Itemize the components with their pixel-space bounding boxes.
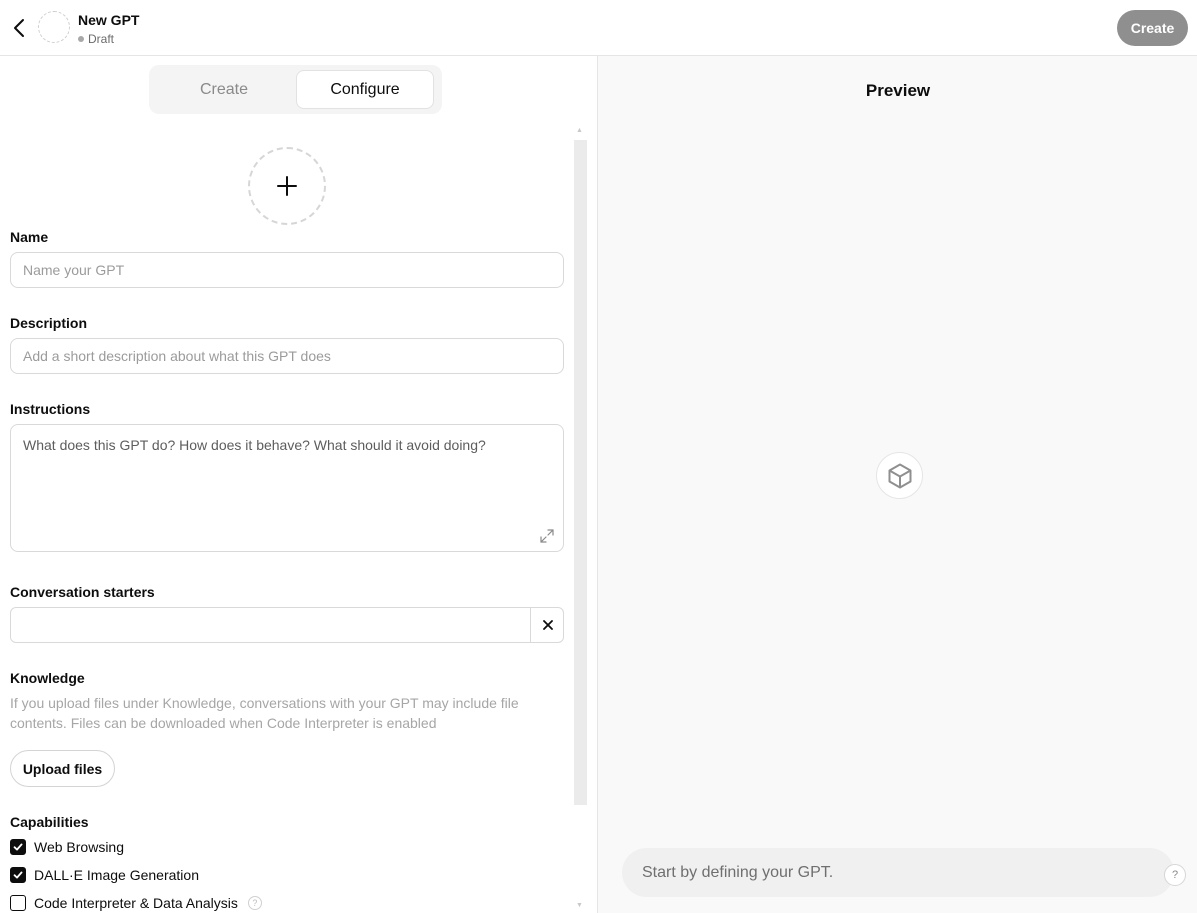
- check-icon: [13, 871, 23, 879]
- preview-title: Preview: [865, 81, 931, 100]
- conversation-starters-label: Conversation starters: [10, 584, 155, 600]
- tab-configure[interactable]: Configure: [296, 70, 434, 109]
- checkbox-unchecked[interactable]: [10, 895, 26, 911]
- instructions-textarea[interactable]: [10, 424, 564, 552]
- status-dot-icon: [78, 36, 84, 42]
- gpt-avatar-placeholder: [38, 11, 70, 43]
- knowledge-help-text: If you upload files under Knowledge, con…: [10, 695, 519, 731]
- capability-web-browsing[interactable]: Web Browsing: [10, 837, 124, 857]
- name-input[interactable]: [10, 252, 564, 288]
- conversation-starter-input[interactable]: [11, 608, 530, 642]
- capability-label: Code Interpreter & Data Analysis: [34, 895, 238, 911]
- capabilities-label: Capabilities: [10, 814, 89, 830]
- back-button[interactable]: [8, 16, 30, 40]
- close-icon: [542, 620, 553, 630]
- check-icon: [13, 843, 23, 851]
- plus-icon: [277, 176, 297, 196]
- gpt-image-upload[interactable]: [248, 147, 326, 225]
- top-bar: New GPT Draft Create: [0, 0, 1197, 56]
- tab-create[interactable]: Create: [155, 70, 293, 109]
- description-input[interactable]: [10, 338, 564, 374]
- scrollbar[interactable]: [574, 140, 587, 805]
- capability-code-interpreter[interactable]: Code Interpreter & Data Analysis ?: [10, 893, 262, 913]
- remove-starter-button[interactable]: [530, 608, 564, 642]
- editor-panel: Create Configure ▲ ▼ Name Description In…: [0, 56, 597, 913]
- checkbox-checked[interactable]: [10, 839, 26, 855]
- capability-label: Web Browsing: [34, 839, 125, 855]
- preview-panel: Preview ?: [597, 56, 1197, 913]
- status-text: Draft: [88, 32, 115, 46]
- help-icon[interactable]: ?: [247, 896, 262, 910]
- create-button[interactable]: Create: [1117, 10, 1188, 46]
- scroll-down-arrow-icon[interactable]: ▼: [576, 902, 583, 909]
- help-button[interactable]: ?: [1164, 864, 1186, 886]
- gpt-title: New GPT: [78, 12, 140, 28]
- knowledge-label: Knowledge: [10, 670, 85, 686]
- capability-label: DALL·E Image Generation: [34, 867, 199, 883]
- chevron-left-icon: [14, 19, 24, 37]
- conversation-starter-row: [10, 607, 564, 643]
- expand-icon[interactable]: [540, 529, 554, 543]
- preview-message-input[interactable]: [642, 848, 1142, 897]
- checkbox-checked[interactable]: [10, 867, 26, 883]
- preview-chat-box: [622, 848, 1174, 897]
- instructions-label: Instructions: [10, 401, 91, 417]
- description-label: Description: [10, 315, 88, 331]
- gpt-status: Draft: [78, 32, 114, 46]
- upload-files-button[interactable]: Upload files: [10, 750, 115, 787]
- cube-icon: [888, 463, 911, 488]
- mode-tabs: Create Configure: [149, 65, 442, 114]
- gpt-logo: [876, 452, 923, 499]
- scroll-up-arrow-icon[interactable]: ▲: [576, 127, 583, 134]
- capability-dalle[interactable]: DALL·E Image Generation: [10, 865, 199, 885]
- name-label: Name: [10, 229, 49, 245]
